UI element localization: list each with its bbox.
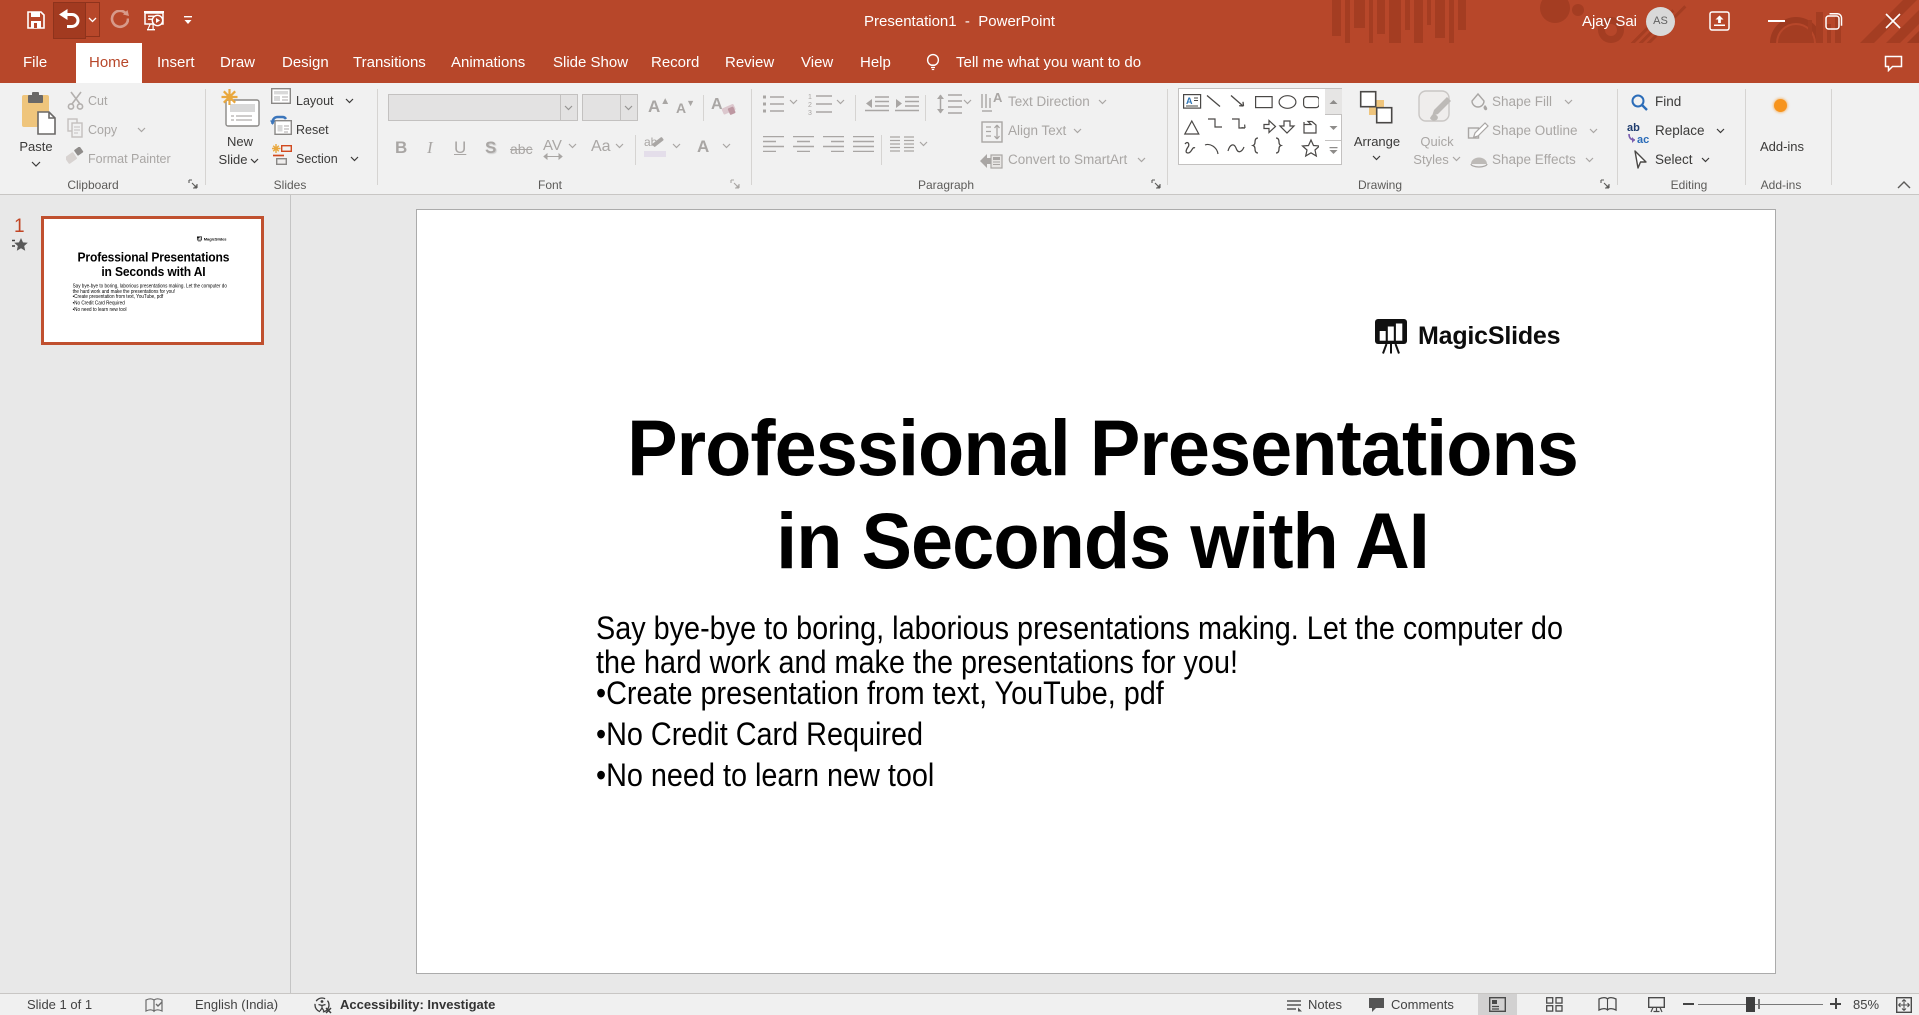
svg-text:3: 3 [808, 110, 812, 115]
svg-text:ac: ac [1637, 134, 1649, 144]
svg-text:ab: ab [1627, 122, 1640, 134]
svg-text:A: A [993, 92, 1003, 105]
svg-text:A: A [1186, 96, 1193, 106]
svg-text:1: 1 [808, 94, 812, 101]
svg-text:2: 2 [808, 102, 812, 109]
